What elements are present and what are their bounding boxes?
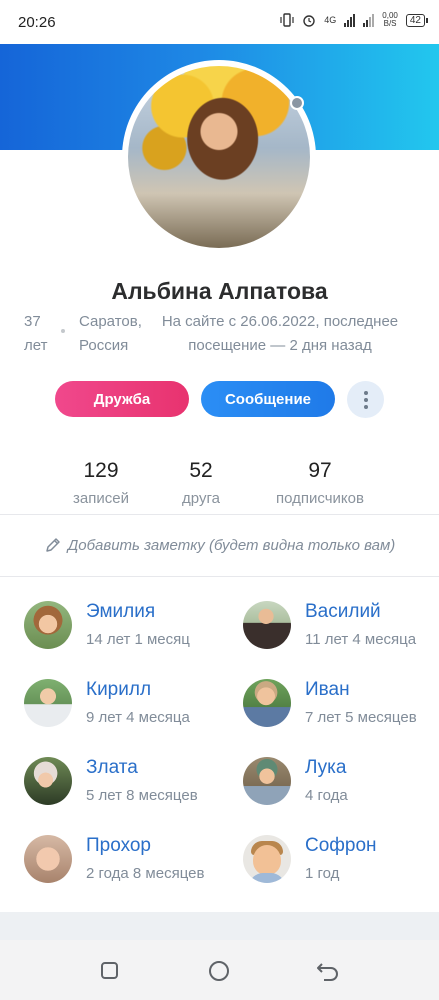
back-icon[interactable] xyxy=(316,960,340,982)
add-note-button[interactable]: Добавить заметку (будет видна только вам… xyxy=(0,536,439,554)
child-age: 7 лет 5 месяцев xyxy=(305,709,417,726)
child-avatar xyxy=(24,601,72,649)
more-vertical-icon[interactable] xyxy=(347,381,384,418)
battery-icon: 42 xyxy=(405,13,429,27)
add-note-label: Добавить заметку (будет видна только вам… xyxy=(67,536,396,554)
stat-value: 97 xyxy=(308,459,332,482)
signal-icon xyxy=(344,13,356,27)
child-avatar xyxy=(243,679,291,727)
network-type: 4G xyxy=(324,15,337,25)
stat-value: 52 xyxy=(189,459,213,482)
message-button[interactable]: Сообщение xyxy=(201,381,335,417)
child-item[interactable]: Софрон 1 год xyxy=(243,833,439,889)
child-name: Злата xyxy=(86,757,138,778)
child-age: 1 год xyxy=(305,865,340,882)
child-age: 11 лет 4 месяца xyxy=(305,631,417,648)
avatar-photo xyxy=(128,66,310,248)
child-age: 4 года xyxy=(305,787,348,804)
child-age: 5 лет 8 месяцев xyxy=(86,787,198,804)
child-item[interactable]: Василий 11 лет 4 месяца xyxy=(243,599,439,655)
friendship-button[interactable]: Дружба xyxy=(55,381,189,417)
stat-followers[interactable]: 97 подписчиков xyxy=(265,458,375,507)
child-item[interactable]: Злата 5 лет 8 месяцев xyxy=(24,755,224,811)
signal-2-icon xyxy=(363,13,375,27)
divider xyxy=(0,514,439,515)
status-time: 20:26 xyxy=(18,13,56,31)
child-age: 2 года 8 месяцев xyxy=(86,865,205,882)
child-avatar xyxy=(24,757,72,805)
child-age: 9 лет 4 месяца xyxy=(86,709,190,726)
status-bar: 20:26 4G 0,00 B/S 42 xyxy=(0,0,439,44)
child-name: Кирилл xyxy=(86,679,152,700)
child-item[interactable]: Прохор 2 года 8 месяцев xyxy=(24,833,224,889)
separator-dot xyxy=(61,329,65,333)
home-icon[interactable] xyxy=(209,961,229,981)
recent-apps-icon[interactable] xyxy=(101,962,118,979)
stat-label: записей xyxy=(73,490,129,507)
vibrate-icon xyxy=(280,13,294,27)
stat-posts[interactable]: 129 записей xyxy=(46,458,156,507)
child-avatar xyxy=(243,757,291,805)
stat-value: 129 xyxy=(83,459,119,482)
divider xyxy=(0,576,439,577)
profile-age: 37 лет xyxy=(24,313,48,354)
stat-friends[interactable]: 52 друга xyxy=(146,458,256,507)
child-age: 14 лет 1 месяц xyxy=(86,631,190,648)
online-status-indicator xyxy=(290,96,304,110)
pencil-icon xyxy=(45,538,60,552)
child-item[interactable]: Лука 4 года xyxy=(243,755,439,811)
child-name: Лука xyxy=(305,757,347,778)
net-speed: 0,00 B/S xyxy=(382,11,398,28)
stat-label: друга xyxy=(182,490,220,507)
child-name: Эмилия xyxy=(86,601,156,622)
stat-label: подписчиков xyxy=(276,490,364,507)
profile-name: Альбина Алпатова xyxy=(111,278,328,304)
child-avatar xyxy=(243,601,291,649)
profile-last-visit: На сайте с 26.06.2022, последнее посещен… xyxy=(161,313,399,354)
profile-city: Саратов, Россия xyxy=(79,313,142,354)
child-name: Прохор xyxy=(86,835,151,856)
child-item[interactable]: Кирилл 9 лет 4 месяца xyxy=(24,677,224,733)
child-avatar-placeholder-icon xyxy=(243,835,291,883)
child-avatar xyxy=(24,679,72,727)
profile-avatar[interactable] xyxy=(122,60,316,254)
child-name: Василий xyxy=(305,601,381,622)
child-item[interactable]: Иван 7 лет 5 месяцев xyxy=(243,677,439,733)
child-item[interactable]: Эмилия 14 лет 1 месяц xyxy=(24,599,224,655)
child-avatar xyxy=(24,835,72,883)
system-nav-bar xyxy=(0,940,439,1000)
child-name: Иван xyxy=(305,679,350,700)
status-icons: 4G 0,00 B/S 42 xyxy=(280,11,429,28)
child-name: Софрон xyxy=(305,835,377,856)
alarm-icon xyxy=(303,15,315,27)
